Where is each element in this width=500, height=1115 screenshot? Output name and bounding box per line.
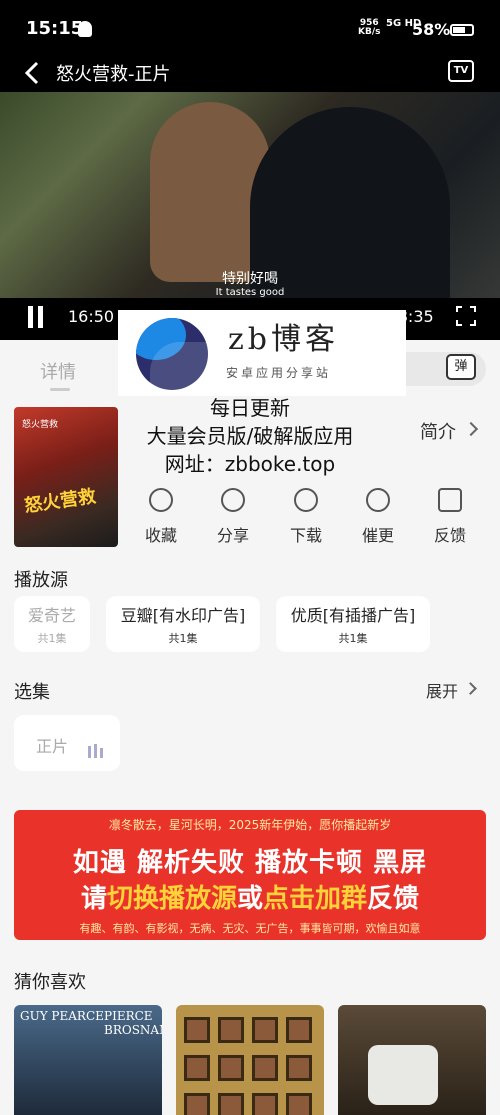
download-icon — [294, 488, 318, 512]
feedback-button[interactable]: 反馈 — [420, 488, 480, 546]
subtitle-en: It tastes good — [215, 287, 285, 298]
source-name: 优质[有插播广告] — [290, 606, 416, 625]
feedback-icon — [438, 488, 462, 512]
action-label: 催更 — [361, 526, 394, 545]
site-logo — [136, 318, 208, 390]
favorite-button[interactable]: 收藏 — [131, 488, 191, 546]
source-item[interactable]: 优质[有插播广告] 共1集 — [276, 596, 430, 652]
expand-button[interactable]: 展开 — [426, 678, 458, 702]
status-time: 15:15 — [26, 18, 84, 39]
telephone-image — [368, 1045, 438, 1105]
banner-sub-a: 请 — [80, 884, 107, 914]
episode-item[interactable]: 正片 — [14, 715, 120, 771]
action-label: 反馈 — [433, 526, 466, 545]
back-arrow-icon[interactable] — [22, 60, 42, 86]
promo-line-1: 每日更新 — [210, 396, 290, 420]
banner-sub-e: 反馈 — [367, 884, 420, 914]
fullscreen-icon[interactable] — [455, 305, 477, 327]
episode-label: 正片 — [36, 737, 69, 756]
promo-banner[interactable]: 凛冬散去，星河长明，2025新年伊始，愿你播起新岁 如遇 解析失败 播放卡顿 黑… — [14, 810, 486, 940]
recommend-card[interactable] — [176, 1005, 324, 1115]
player-title-bar: 怒火营救-正片 TV — [0, 58, 500, 92]
source-count: 共1集 — [338, 632, 368, 645]
heart-icon — [149, 488, 173, 512]
source-name: 爱奇艺 — [27, 606, 76, 625]
battery-percent: 58% — [412, 20, 451, 39]
watermark-brand: zb博客 — [228, 322, 340, 357]
watermark-slogan: 安卓应用分享站 — [226, 366, 332, 380]
net-speed-unit: KB/s — [358, 27, 381, 37]
recommend-list: GUY PEARCE PIERCE BROSNAN — [0, 1005, 500, 1115]
source-item[interactable]: 爱奇艺共1集 — [14, 596, 90, 652]
request-update-button[interactable]: 催更 — [348, 488, 408, 546]
tab-details[interactable]: 详情 — [40, 358, 76, 391]
banner-bottom-text: 有趣、有韵、有影视，无病、无灾、无广告，事事皆可期，欢愉且如意 — [79, 922, 421, 935]
banner-top-text: 凛冬散去，星河长明，2025新年伊始，愿你播起新岁 — [108, 818, 392, 832]
video-title: 怒火营救-正片 — [56, 64, 171, 85]
poster-text-left: GUY PEARCE — [20, 1009, 104, 1023]
status-bar: 15:15 956 KB/s 5G HD 58% — [0, 0, 500, 58]
danmu-toggle-button[interactable]: 弹 — [446, 354, 476, 380]
share-button[interactable]: 分享 — [203, 488, 263, 546]
promo-line-3: 网址：zbboke.top — [164, 452, 336, 476]
episodes-title: 选集 — [14, 682, 50, 703]
intro-link[interactable]: 简介 — [420, 418, 456, 444]
tv-cast-icon[interactable]: TV — [448, 60, 474, 82]
pause-icon[interactable] — [26, 306, 46, 328]
subtitle-cn: 特别好喝 — [222, 271, 278, 287]
bell-icon — [366, 488, 390, 512]
sources-title: 播放源 — [14, 570, 68, 591]
battery-icon — [450, 24, 474, 36]
chevron-right-icon[interactable] — [464, 682, 477, 695]
source-count: 共1集 — [37, 632, 67, 645]
recommend-card[interactable] — [338, 1005, 486, 1115]
action-label: 下载 — [289, 526, 322, 545]
download-button[interactable]: 下载 — [276, 488, 336, 546]
action-label: 分享 — [216, 526, 249, 545]
current-time: 16:50 — [68, 307, 115, 326]
banner-sub-d: 点击加群 — [263, 884, 368, 914]
snapchat-icon — [78, 21, 92, 37]
share-icon — [221, 488, 245, 512]
recommend-card[interactable]: GUY PEARCE PIERCE BROSNAN — [14, 1005, 162, 1115]
banner-main-text: 如遇 解析失败 播放卡顿 黑屏 — [72, 848, 428, 878]
banner-sub-c: 或 — [236, 884, 263, 914]
poster-text-right: PIERCE BROSNAN — [104, 1009, 162, 1037]
site-watermark: zb博客 安卓应用分享站 — [118, 310, 406, 396]
source-count: 共1集 — [168, 632, 198, 645]
net-speed: 956 KB/s — [358, 19, 380, 37]
banner-sub-b: 切换播放源 — [106, 884, 237, 914]
recommend-title: 猜你喜欢 — [14, 972, 86, 993]
action-label: 收藏 — [144, 526, 177, 545]
poster-title: 怒火营救 — [23, 486, 98, 517]
source-name: 豆瓣[有水印广告] — [120, 606, 246, 625]
playing-bars-icon — [88, 739, 106, 758]
source-item[interactable]: 豆瓣[有水印广告] 共1集 — [106, 596, 260, 652]
banner-sub-text: 请切换播放源或点击加群反馈 — [14, 878, 486, 915]
